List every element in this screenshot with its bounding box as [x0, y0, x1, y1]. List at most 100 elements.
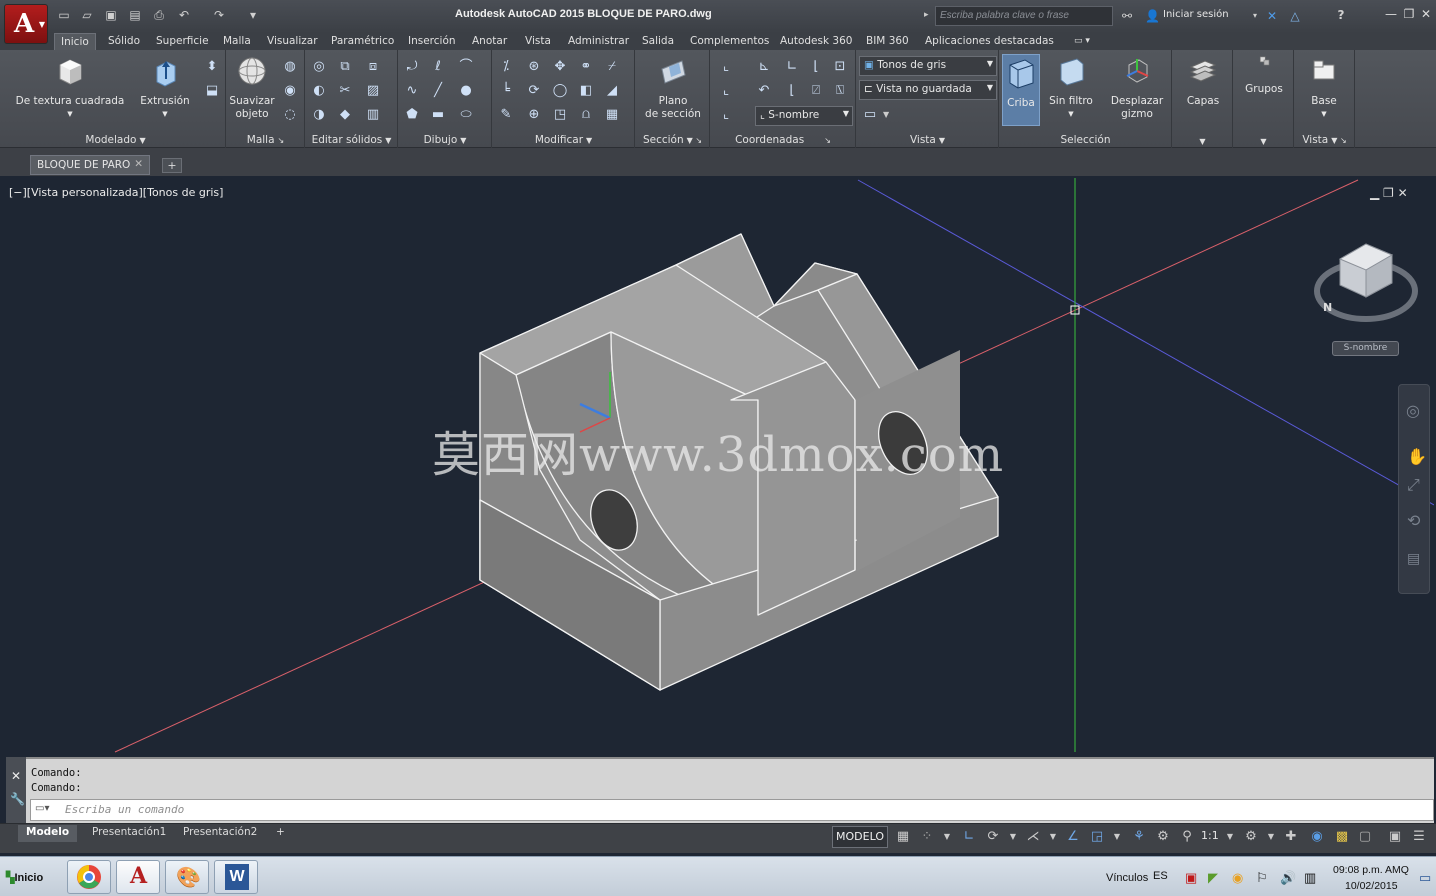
tab-malla[interactable]: Malla	[217, 33, 257, 50]
annotation-monitor-icon[interactable]: ✚	[1282, 829, 1300, 845]
grid-icon[interactable]: ▦	[894, 829, 912, 845]
tab-superficie[interactable]: Superficie	[150, 33, 215, 50]
object-snap-icon[interactable]: ◲	[1088, 829, 1106, 845]
command-line-handle[interactable]: ✕ 🔧	[6, 757, 26, 823]
ortho-icon[interactable]: ∟	[960, 829, 978, 845]
taskbar-autocad[interactable]: A	[116, 860, 160, 894]
viewports-icon[interactable]: ▭	[861, 106, 879, 124]
dynamic-ucs-icon[interactable]: ⚘	[1130, 829, 1148, 845]
model-space-button[interactable]: MODELO	[832, 826, 888, 848]
circle-icon[interactable]: ●	[457, 82, 475, 100]
close-command-line-icon[interactable]: ✕	[11, 769, 21, 783]
rotate-3d-icon[interactable]: ⊛	[525, 58, 543, 76]
command-input[interactable]: Escriba un comando	[30, 799, 1434, 821]
tab-aplicaciones-destacadas[interactable]: Aplicaciones destacadas	[919, 33, 1060, 50]
mesh-refine-icon[interactable]: ◌	[281, 106, 299, 124]
layers-button[interactable]: Capas	[1173, 55, 1233, 108]
panel-expand-grupos[interactable]: ▼	[1234, 137, 1293, 146]
redo-icon[interactable]: ↷	[212, 8, 226, 22]
annotation-scale[interactable]: 1:1	[1201, 829, 1219, 842]
culling-button[interactable]: Criba	[1002, 54, 1040, 126]
thicken-icon[interactable]: ◆	[336, 106, 354, 124]
tab-anotar[interactable]: Anotar	[466, 33, 513, 50]
isodraft-dropdown-icon[interactable]: ▼	[1044, 829, 1062, 845]
save-as-icon[interactable]: ▤	[128, 8, 142, 22]
annotation-visibility-icon[interactable]: ⚙	[1154, 829, 1172, 845]
tab-inicio[interactable]: Inicio	[54, 33, 96, 50]
spline-icon[interactable]: ∿	[403, 82, 421, 100]
panel-expand-capas[interactable]: ▼	[1173, 137, 1232, 146]
orbit-icon[interactable]: ⟲	[1407, 511, 1420, 530]
ellipse-icon[interactable]: ⬭	[457, 106, 475, 124]
separate-icon[interactable]: ⧈	[364, 58, 382, 76]
panel-title-modificar[interactable]: Modificar ▼	[493, 134, 634, 146]
panel-title-editar-solidos[interactable]: Editar sólidos ▼	[306, 134, 397, 146]
scale-icon[interactable]: ⁒	[497, 58, 515, 76]
tab-visualizar[interactable]: Visualizar	[261, 33, 324, 50]
panel-title-vista[interactable]: Vista ▼	[857, 134, 998, 146]
pan-hand-icon[interactable]: ✋	[1407, 447, 1427, 466]
mesh-primitive-icon[interactable]: ◍	[281, 58, 299, 76]
ucs-y-icon[interactable]: ∟	[783, 58, 801, 76]
taskbar-word[interactable]: W	[214, 860, 258, 894]
annotation-scale-dropdown-icon[interactable]: ▼	[1221, 829, 1239, 845]
help-icon[interactable]: ?	[1334, 8, 1348, 22]
tab-solido[interactable]: Sólido	[102, 33, 146, 50]
shell-icon[interactable]: ▨	[364, 82, 382, 100]
copy-icon[interactable]: ⚭	[577, 58, 595, 76]
add-layout-icon[interactable]: +	[268, 825, 293, 842]
nvidia-tray-icon[interactable]: ◤	[1208, 870, 1218, 886]
units-icon[interactable]: ▣	[1386, 829, 1404, 845]
ucs-icon[interactable]: ⌞	[717, 58, 735, 76]
trim-icon[interactable]: ⌿	[603, 58, 621, 76]
ucs-previous-icon[interactable]: ↶	[755, 82, 773, 100]
mirror-icon[interactable]: ◧	[577, 82, 595, 100]
erase-icon[interactable]: ✎	[497, 106, 515, 124]
snap-dropdown-icon[interactable]: ▼	[938, 829, 956, 845]
named-view-combo[interactable]: ⊏ Vista no guardada ▼	[859, 80, 997, 100]
tray-language[interactable]: ES	[1153, 870, 1168, 882]
mesh-smooth-more-icon[interactable]: ◉	[281, 82, 299, 100]
taskbar-paint[interactable]: 🎨	[165, 860, 209, 894]
auto-scale-icon[interactable]: ⚲	[1178, 829, 1196, 845]
solid-extract-edges-icon[interactable]: ⧉	[336, 58, 354, 76]
object-snap-tracking-icon[interactable]: ∠	[1064, 829, 1082, 845]
ucs-name-combo[interactable]: ⌞ S-nombre ▼	[755, 106, 853, 126]
ucs-icon-properties-icon[interactable]: ⌞	[717, 106, 735, 124]
subtract-icon[interactable]: ◐	[310, 82, 328, 100]
no-filter-button[interactable]: Sin filtro ▼	[1046, 55, 1096, 121]
base-view-button[interactable]: Base ▼	[1295, 55, 1353, 121]
ucs-3point-icon[interactable]: ⍁	[807, 82, 825, 100]
workspace-dropdown-icon[interactable]: ▼	[1262, 829, 1280, 845]
tab-salida[interactable]: Salida	[636, 33, 680, 50]
object-snap-dropdown-icon[interactable]: ▼	[1108, 829, 1126, 845]
customization-menu-icon[interactable]: ☰	[1410, 829, 1428, 845]
plot-icon[interactable]: ⎙	[152, 8, 166, 22]
explode-icon[interactable]: ◳	[551, 106, 569, 124]
network-icon[interactable]: ▥	[1304, 870, 1316, 886]
polygon-icon[interactable]: ⬟	[403, 106, 421, 124]
clean-screen-icon[interactable]: ▢	[1356, 829, 1374, 845]
move-gizmo-button[interactable]: Desplazar gizmo	[1104, 55, 1170, 121]
layout-tab-modelo[interactable]: Modelo	[18, 825, 78, 842]
ucs-face-icon[interactable]: ⍂	[831, 82, 849, 100]
norton-tray-icon[interactable]: ◉	[1232, 870, 1243, 886]
panel-title-malla[interactable]: Malla ↘	[227, 134, 304, 146]
fillet-icon[interactable]: ╘	[497, 82, 515, 100]
taper-icon[interactable]: ▥	[364, 106, 382, 124]
a360-icon[interactable]: △	[1288, 9, 1302, 23]
union-icon[interactable]: ◎	[310, 58, 328, 76]
save-icon[interactable]: ▣	[104, 8, 118, 22]
rotate-icon[interactable]: ⟳	[525, 82, 543, 100]
close-tab-icon[interactable]: ✕	[134, 158, 143, 170]
box-button[interactable]: De textura cuadrada ▼	[14, 55, 126, 121]
panel-title-coordenadas[interactable]: Coordenadas ↘	[711, 134, 855, 146]
extrude-button[interactable]: Extrusión ▼	[134, 55, 196, 121]
tab-insercion[interactable]: Inserción	[402, 33, 462, 50]
groups-button[interactable]: Grupos	[1234, 55, 1294, 96]
tab-parametrico[interactable]: Paramétrico	[325, 33, 400, 50]
customize-wrench-icon[interactable]: 🔧	[10, 792, 25, 806]
minimize-icon[interactable]: —	[1383, 6, 1399, 22]
showmotion-icon[interactable]: ▤	[1407, 551, 1420, 567]
tab-autodesk-360[interactable]: Autodesk 360	[774, 33, 858, 50]
